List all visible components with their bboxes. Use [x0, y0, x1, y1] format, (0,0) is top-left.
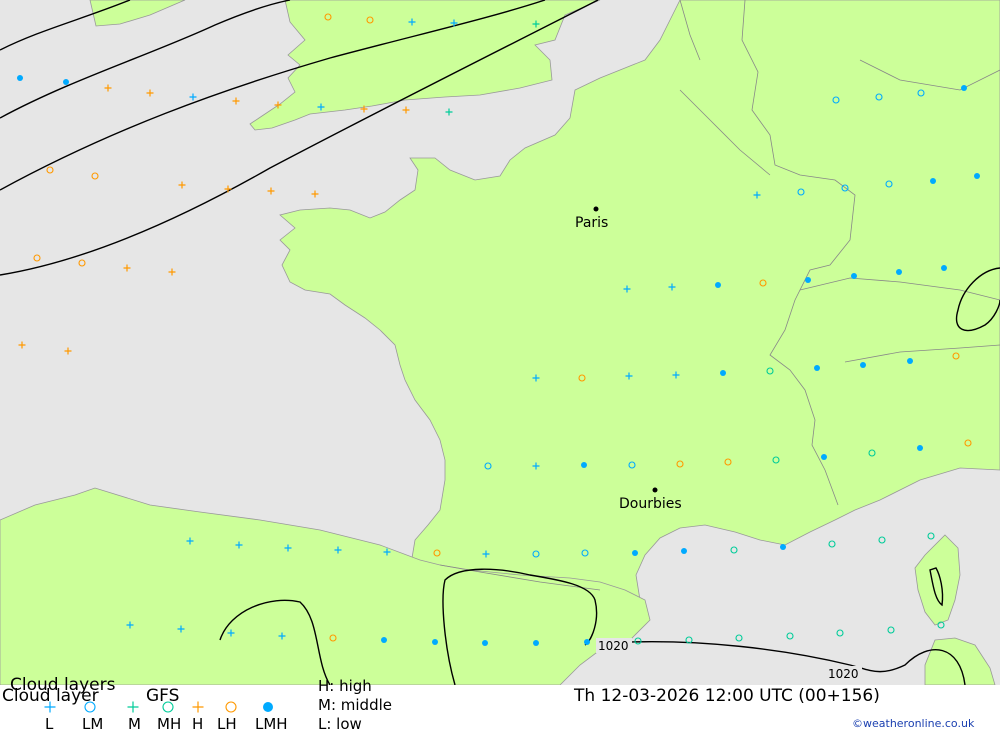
cloud-symbol-circle	[225, 701, 237, 713]
cloud-symbol-dot	[805, 277, 811, 283]
cloud-symbol-dot	[63, 79, 69, 85]
weather-map: 1020 1020 Paris Dourbies	[0, 0, 1000, 685]
city-marker	[652, 487, 658, 493]
legend-bar: Cloud layers Cloud layer GFS L LM M MH H…	[0, 675, 1000, 733]
legend-level-high: H: high	[318, 677, 372, 695]
cloud-symbol-dot	[780, 544, 786, 550]
isobar-label: 1020	[828, 667, 859, 681]
cloud-symbol-dot	[814, 365, 820, 371]
cloud-symbol-dot	[681, 548, 687, 554]
legend-code-lmh: LMH	[255, 715, 288, 733]
cloud-symbol-dot	[821, 454, 827, 460]
cloud-symbol-dot	[482, 640, 488, 646]
cloud-symbol-circle	[162, 701, 174, 713]
cloud-symbol-dot	[930, 178, 936, 184]
isobar-label: 1020	[598, 639, 629, 653]
city-label-dourbies: Dourbies	[619, 496, 682, 512]
city-marker	[593, 206, 599, 212]
cloud-symbol-dot	[907, 358, 913, 364]
cloud-symbol-dot	[961, 85, 967, 91]
legend-code-l: L	[45, 715, 54, 733]
cloud-symbol-dot	[941, 265, 947, 271]
cloud-symbol-dot	[974, 173, 980, 179]
cloud-symbol-dot	[263, 702, 273, 712]
cloud-symbol-dot	[533, 640, 539, 646]
legend-code-m: M	[128, 715, 141, 733]
cloud-symbol-dot	[896, 269, 902, 275]
cloud-symbol-dot	[581, 462, 587, 468]
city-label-paris: Paris	[575, 215, 608, 231]
cloud-symbol-plus	[192, 701, 204, 713]
credit-link[interactable]: ©weatheronline.co.uk	[852, 717, 974, 730]
cloud-symbol-dot	[632, 550, 638, 556]
legend-code-mh: MH	[157, 715, 182, 733]
legend-code-lh: LH	[217, 715, 237, 733]
cloud-symbol-dot	[720, 370, 726, 376]
cloud-symbol-plus	[44, 701, 56, 713]
cloud-symbol-dot	[715, 282, 721, 288]
cloud-symbol-dot	[381, 637, 387, 643]
legend-code-lm: LM	[82, 715, 104, 733]
legend-level-middle: M: middle	[318, 696, 392, 714]
cloud-symbol-dot	[432, 639, 438, 645]
cloud-symbol-dot	[917, 445, 923, 451]
cloud-symbol-dot	[860, 362, 866, 368]
cloud-symbol-dot	[851, 273, 857, 279]
legend-symbols	[44, 701, 273, 713]
cloud-symbol-dot	[584, 639, 590, 645]
forecast-datetime: Th 12-03-2026 12:00 UTC (00+156)	[574, 686, 880, 706]
legend-level-low: L: low	[318, 715, 362, 733]
cloud-symbol-circle	[84, 701, 96, 713]
cloud-symbol-dot	[17, 75, 23, 81]
legend-code-h: H	[192, 715, 204, 733]
cloud-symbol-plus	[127, 701, 139, 713]
